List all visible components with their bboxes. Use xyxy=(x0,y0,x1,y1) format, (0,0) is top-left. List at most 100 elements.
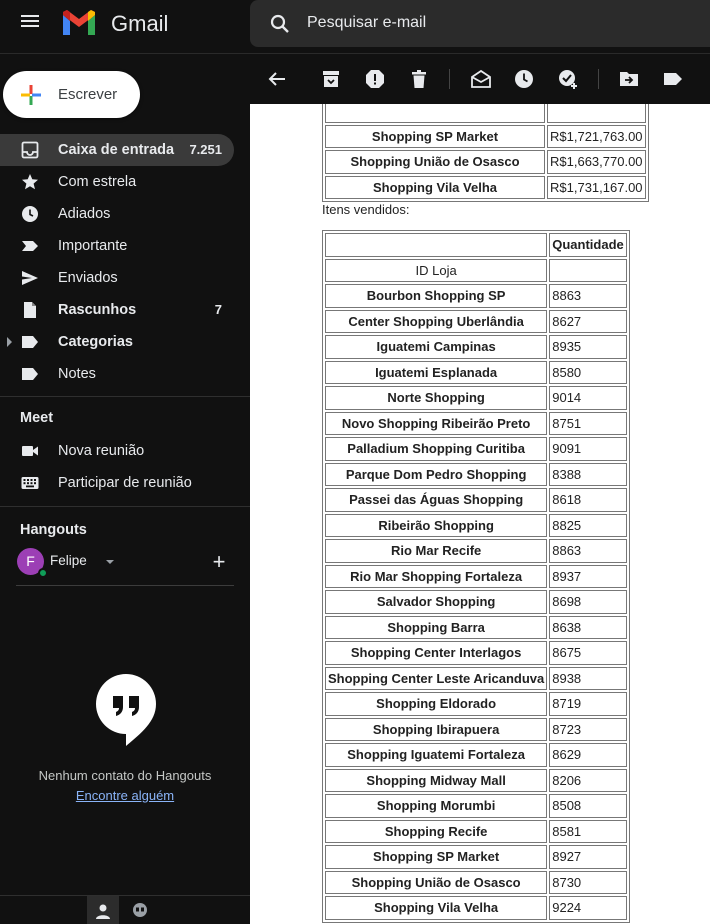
compose-button[interactable]: Escrever xyxy=(3,71,140,118)
store-name-cell: Shopping Iguatemi Fortaleza xyxy=(325,743,548,767)
store-name-cell: Bourbon Shopping SP xyxy=(325,284,548,308)
mark-as-read-icon[interactable] xyxy=(470,68,492,90)
quantity-cell: 9014 xyxy=(549,386,627,410)
new-meeting-item[interactable]: Nova reunião xyxy=(0,435,250,467)
table-row: Shopping Eldorado 8719 xyxy=(325,692,627,716)
store-name-cell: Shopping Morumbi xyxy=(325,794,548,818)
sales-value-cell: R$1,663,770.00 xyxy=(547,150,646,174)
hangouts-user[interactable]: F Felipe + xyxy=(16,548,236,580)
store-name-cell: Shopping SP Market xyxy=(325,845,548,869)
store-name-cell: Shopping Vila Velha xyxy=(325,896,548,920)
delete-icon[interactable] xyxy=(408,68,430,90)
contacts-tab[interactable] xyxy=(87,896,119,924)
quantity-cell: 8730 xyxy=(549,870,627,894)
quantity-cell: 8719 xyxy=(549,692,627,716)
store-name-cell: Shopping União de Osasco xyxy=(325,870,548,894)
table-header-cell xyxy=(549,258,627,282)
archive-icon[interactable] xyxy=(320,68,342,90)
store-name-cell: Shopping União de Osasco xyxy=(325,150,545,174)
person-icon xyxy=(96,904,110,919)
divider xyxy=(0,396,250,397)
hangouts-empty-text: Nenhum contato do Hangouts xyxy=(38,768,212,783)
sidebar-item-starred[interactable]: Com estrela xyxy=(0,166,234,198)
hangouts-user-name[interactable]: Felipe xyxy=(50,553,87,568)
sidebar-item-categories[interactable]: Categorias xyxy=(0,326,234,358)
label-icon xyxy=(22,336,38,348)
table-row xyxy=(325,104,646,123)
sidebar-item-sent[interactable]: Enviados xyxy=(0,262,234,294)
store-name-cell: Passei das Águas Shopping xyxy=(325,488,548,512)
table-row: Shopping União de Osasco R$1,663,770.00 xyxy=(325,150,646,174)
store-name-cell: Ribeirão Shopping xyxy=(325,513,548,537)
expand-caret-icon[interactable] xyxy=(7,337,12,347)
join-meeting-item[interactable]: Participar de reunião xyxy=(0,467,250,499)
quantity-cell: 9224 xyxy=(549,896,627,920)
id-store-header: ID Loja xyxy=(325,258,548,282)
sales-value-cell: R$1,731,167.00 xyxy=(547,175,646,199)
back-arrow-icon[interactable] xyxy=(266,68,288,90)
sidebar-bottom-bar xyxy=(0,895,250,924)
sidebar-item-label: Rascunhos xyxy=(58,302,137,318)
conversations-tab[interactable] xyxy=(124,896,156,924)
table-row: Rio Mar Recife 8863 xyxy=(325,539,627,563)
quantity-cell: 9091 xyxy=(549,437,627,461)
quantity-cell: 8927 xyxy=(549,845,627,869)
star-icon xyxy=(22,174,38,190)
quantity-cell: 8627 xyxy=(549,309,627,333)
search-input[interactable]: Pesquisar e-mail xyxy=(307,14,426,32)
table-row: Shopping Iguatemi Fortaleza 8629 xyxy=(325,743,627,767)
sidebar-item-label: Categorias xyxy=(58,334,133,350)
gmail-logo[interactable] xyxy=(61,9,97,37)
find-someone-link[interactable]: Encontre alguém xyxy=(0,788,250,803)
add-contact-icon[interactable]: + xyxy=(209,551,229,573)
table-row: Shopping Vila Velha 9224 xyxy=(325,896,627,920)
join-meeting-label: Participar de reunião xyxy=(58,475,192,491)
table-header-cell xyxy=(325,233,548,257)
compose-label: Escrever xyxy=(58,86,118,103)
divider xyxy=(16,585,234,586)
hangouts-logo-icon xyxy=(96,674,156,746)
store-name-cell: Iguatemi Campinas xyxy=(325,335,548,359)
table-row: Shopping Ibirapuera 8723 xyxy=(325,717,627,741)
draft-count: 7 xyxy=(214,302,222,317)
inbox-icon xyxy=(21,141,39,159)
table-header-row: ID Loja xyxy=(325,258,627,282)
sidebar-item-important[interactable]: Importante xyxy=(0,230,234,262)
snooze-clock-icon[interactable] xyxy=(513,68,535,90)
sidebar-item-label: Importante xyxy=(58,238,128,254)
table-row: Shopping União de Osasco 8730 xyxy=(325,870,627,894)
toolbar-separator xyxy=(449,69,450,89)
label-as-icon[interactable] xyxy=(662,68,684,90)
sidebar-item-drafts[interactable]: Rascunhos 7 xyxy=(0,294,234,326)
nav-list: Caixa de entrada 7.251 Com estrela Adiad… xyxy=(0,134,250,390)
sidebar-item-notes[interactable]: Notes xyxy=(0,358,234,390)
table-row: Passei das Águas Shopping 8618 xyxy=(325,488,627,512)
search-bar[interactable]: Pesquisar e-mail xyxy=(250,0,710,47)
sales-value-cell: R$1,721,763.00 xyxy=(547,124,646,148)
search-icon[interactable] xyxy=(268,12,292,36)
main-menu-icon[interactable] xyxy=(18,12,42,36)
table-row: Palladium Shopping Curitiba 9091 xyxy=(325,437,627,461)
sidebar-item-label: Com estrela xyxy=(58,174,137,190)
meet-title: Meet xyxy=(20,410,54,426)
table-row: Shopping Vila Velha R$1,731,167.00 xyxy=(325,175,646,199)
move-to-icon[interactable] xyxy=(618,68,640,90)
sidebar-item-snoozed[interactable]: Adiados xyxy=(0,198,234,230)
quantity-cell: 8938 xyxy=(549,666,627,690)
add-to-tasks-icon[interactable] xyxy=(557,68,579,90)
store-name-cell: Shopping SP Market xyxy=(325,124,545,148)
quantity-cell: 8937 xyxy=(549,564,627,588)
video-camera-icon xyxy=(22,446,38,456)
table-header-row: Quantidade xyxy=(325,233,627,257)
label-icon xyxy=(22,368,38,380)
sidebar-item-inbox[interactable]: Caixa de entrada 7.251 xyxy=(0,134,234,166)
table-row: Iguatemi Campinas 8935 xyxy=(325,335,627,359)
table-row: Iguatemi Esplanada 8580 xyxy=(325,360,627,384)
chevron-down-icon[interactable] xyxy=(106,560,114,564)
store-name-cell: Novo Shopping Ribeirão Preto xyxy=(325,411,548,435)
store-name-cell: Shopping Barra xyxy=(325,615,548,639)
quantity-cell: 8723 xyxy=(549,717,627,741)
quantity-cell: 8206 xyxy=(549,768,627,792)
report-spam-icon[interactable] xyxy=(364,68,386,90)
quantity-cell: 8825 xyxy=(549,513,627,537)
